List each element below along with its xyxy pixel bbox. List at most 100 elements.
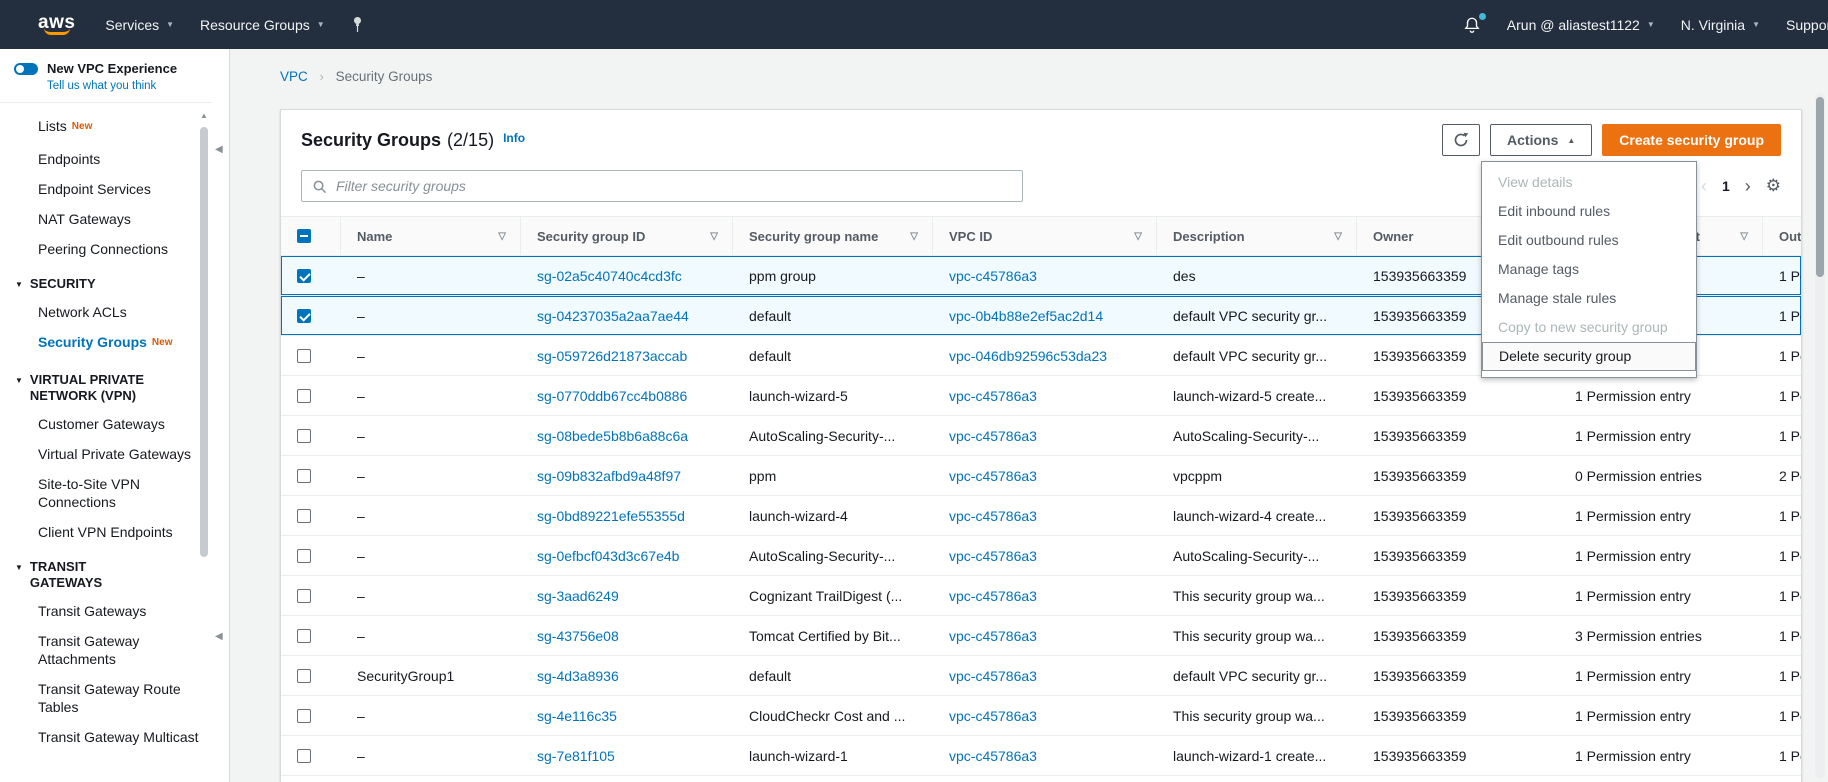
vpc-id-link[interactable]: vpc-c45786a3: [949, 548, 1037, 564]
sidebar-section-virtual-private-network-vpn[interactable]: ▼VIRTUAL PRIVATE NETWORK (VPN): [0, 360, 212, 409]
settings-gear-icon[interactable]: ⚙: [1766, 176, 1781, 196]
sidebar-item-transit-gateway-multicast[interactable]: Transit Gateway Multicast: [0, 722, 212, 752]
security-group-id-link[interactable]: sg-43756e08: [537, 628, 619, 644]
actions-menu-item-view-details[interactable]: View details: [1482, 168, 1696, 197]
security-group-id-link[interactable]: sg-09b832afbd9a48f97: [537, 468, 681, 484]
sidebar-collapse-icon-lower[interactable]: ◀: [215, 631, 223, 642]
sidebar-item-endpoints[interactable]: Endpoints: [0, 144, 212, 174]
security-group-id-link[interactable]: sg-4d3a8936: [537, 668, 619, 684]
nav-support-menu[interactable]: Support: [1786, 17, 1828, 33]
sidebar-item-client-vpn-endpoints[interactable]: Client VPN Endpoints: [0, 517, 212, 547]
column-header-description[interactable]: Description▽: [1157, 217, 1357, 255]
sidebar-section-security[interactable]: ▼SECURITY: [0, 264, 212, 297]
row-checkbox[interactable]: [297, 669, 311, 683]
security-group-id-link[interactable]: sg-4e116c35: [537, 708, 617, 724]
info-link[interactable]: Info: [503, 131, 525, 145]
vpc-id-link[interactable]: vpc-c45786a3: [949, 628, 1037, 644]
row-checkbox[interactable]: [297, 549, 311, 563]
vpc-id-link[interactable]: vpc-c45786a3: [949, 388, 1037, 404]
security-group-id-link[interactable]: sg-0efbcf043d3c67e4b: [537, 548, 679, 564]
security-group-id-link[interactable]: sg-3aad6249: [537, 588, 619, 604]
security-group-id-link[interactable]: sg-059726d21873accab: [537, 348, 687, 364]
actions-menu-item-edit-inbound-rules[interactable]: Edit inbound rules: [1482, 197, 1696, 226]
actions-menu-item-manage-tags[interactable]: Manage tags: [1482, 255, 1696, 284]
vpc-id-link[interactable]: vpc-c45786a3: [949, 428, 1037, 444]
actions-menu-item-manage-stale-rules[interactable]: Manage stale rules: [1482, 284, 1696, 313]
sidebar-item-nat-gateways[interactable]: NAT Gateways: [0, 204, 212, 234]
sidebar-scrollbar-thumb[interactable]: [200, 127, 208, 557]
actions-button[interactable]: Actions ▲: [1490, 124, 1592, 156]
actions-menu-item-copy-to-new-security-group[interactable]: Copy to new security group: [1482, 313, 1696, 342]
sidebar-item-lists[interactable]: ListsNew: [0, 111, 212, 144]
filter-icon[interactable]: ▽: [1334, 231, 1342, 242]
row-checkbox[interactable]: [297, 629, 311, 643]
filter-icon[interactable]: ▽: [498, 231, 506, 242]
column-header-outbound-rules-count[interactable]: Outbound rules count▽: [1763, 217, 1802, 255]
vpc-id-link[interactable]: vpc-c45786a3: [949, 668, 1037, 684]
vpc-id-link[interactable]: vpc-c45786a3: [949, 748, 1037, 764]
vpc-id-link[interactable]: vpc-c45786a3: [949, 508, 1037, 524]
sidebar-item-transit-gateway-route-tables[interactable]: Transit Gateway Route Tables: [0, 674, 212, 722]
pagination-prev-icon[interactable]: ‹: [1701, 176, 1707, 197]
pagination-current-page[interactable]: 1: [1722, 178, 1730, 194]
row-checkbox[interactable]: [297, 269, 311, 283]
nav-region-menu[interactable]: N. Virginia▼: [1681, 17, 1760, 33]
security-group-id-link[interactable]: sg-7e81f105: [537, 748, 615, 764]
vpc-id-link[interactable]: vpc-0b4b88e2ef5ac2d14: [949, 308, 1103, 324]
nav-account-menu[interactable]: Arun @ aliastest1122▼: [1507, 17, 1655, 33]
security-group-id-link[interactable]: sg-02a5c40740c4cd3fc: [537, 268, 682, 284]
filter-icon[interactable]: ▽: [710, 231, 718, 242]
create-security-group-button[interactable]: Create security group: [1602, 124, 1781, 156]
vpc-id-link[interactable]: vpc-c45786a3: [949, 268, 1037, 284]
pin-icon[interactable]: [351, 17, 364, 33]
sidebar-item-site-to-site-vpn-connections[interactable]: Site-to-Site VPN Connections: [0, 469, 212, 517]
sidebar-section-transit-gateways[interactable]: ▼TRANSIT GATEWAYS: [0, 547, 212, 596]
column-header-name[interactable]: Name▽: [341, 217, 521, 255]
row-checkbox[interactable]: [297, 589, 311, 603]
actions-menu-item-delete-security-group[interactable]: Delete security group: [1482, 342, 1696, 371]
sidebar-item-customer-gateways[interactable]: Customer Gateways: [0, 409, 212, 439]
row-checkbox[interactable]: [297, 709, 311, 723]
row-checkbox[interactable]: [297, 509, 311, 523]
column-header-security-group-name[interactable]: Security group name▽: [733, 217, 933, 255]
vpc-id-link[interactable]: vpc-c45786a3: [949, 468, 1037, 484]
sidebar-item-transit-gateway-attachments[interactable]: Transit Gateway Attachments: [0, 626, 212, 674]
column-header-vpc-id[interactable]: VPC ID▽: [933, 217, 1157, 255]
sidebar-item-security-groups[interactable]: Security GroupsNew: [0, 327, 212, 360]
experience-feedback-link[interactable]: Tell us what you think: [47, 80, 156, 92]
main-scrollbar-thumb[interactable]: [1816, 97, 1824, 277]
main-scrollbar[interactable]: [1815, 93, 1825, 778]
security-group-id-link[interactable]: sg-0770ddb67cc4b0886: [537, 388, 687, 404]
notifications-bell-icon[interactable]: [1463, 16, 1481, 34]
refresh-button[interactable]: [1442, 124, 1480, 156]
security-group-id-link[interactable]: sg-08bede5b8b6a88c6a: [537, 428, 688, 444]
filter-icon[interactable]: ▽: [1740, 231, 1748, 242]
sidebar-item-peering-connections[interactable]: Peering Connections: [0, 234, 212, 264]
vpc-id-link[interactable]: vpc-c45786a3: [949, 588, 1037, 604]
vpc-id-link[interactable]: vpc-046db92596c53da23: [949, 348, 1107, 364]
select-all-checkbox[interactable]: [297, 229, 311, 243]
breadcrumb-vpc-link[interactable]: VPC: [280, 69, 308, 84]
nav-resource-groups-menu[interactable]: Resource Groups▼: [200, 17, 325, 33]
aws-logo[interactable]: aws: [38, 14, 75, 35]
filter-icon[interactable]: ▽: [910, 231, 918, 242]
vpc-id-link[interactable]: vpc-c45786a3: [949, 708, 1037, 724]
new-experience-toggle[interactable]: [14, 63, 38, 75]
sidebar-item-endpoint-services[interactable]: Endpoint Services: [0, 174, 212, 204]
row-checkbox[interactable]: [297, 469, 311, 483]
security-group-id-link[interactable]: sg-04237035a2aa7ae44: [537, 308, 689, 324]
sidebar-item-virtual-private-gateways[interactable]: Virtual Private Gateways: [0, 439, 212, 469]
scroll-up-icon[interactable]: ▲: [197, 107, 211, 120]
sidebar-item-network-acls[interactable]: Network ACLs: [0, 297, 212, 327]
row-checkbox[interactable]: [297, 749, 311, 763]
nav-services-menu[interactable]: Services▼: [105, 17, 174, 33]
row-checkbox[interactable]: [297, 309, 311, 323]
security-group-id-link[interactable]: sg-0bd89221efe55355d: [537, 508, 685, 524]
sidebar-item-transit-gateways[interactable]: Transit Gateways: [0, 596, 212, 626]
filter-icon[interactable]: ▽: [1134, 231, 1142, 242]
sidebar-collapse-icon[interactable]: ◀: [215, 144, 223, 155]
filter-input[interactable]: [301, 170, 1023, 202]
pagination-next-icon[interactable]: ›: [1745, 176, 1751, 197]
actions-menu-item-edit-outbound-rules[interactable]: Edit outbound rules: [1482, 226, 1696, 255]
column-header-security-group-id[interactable]: Security group ID▽: [521, 217, 733, 255]
